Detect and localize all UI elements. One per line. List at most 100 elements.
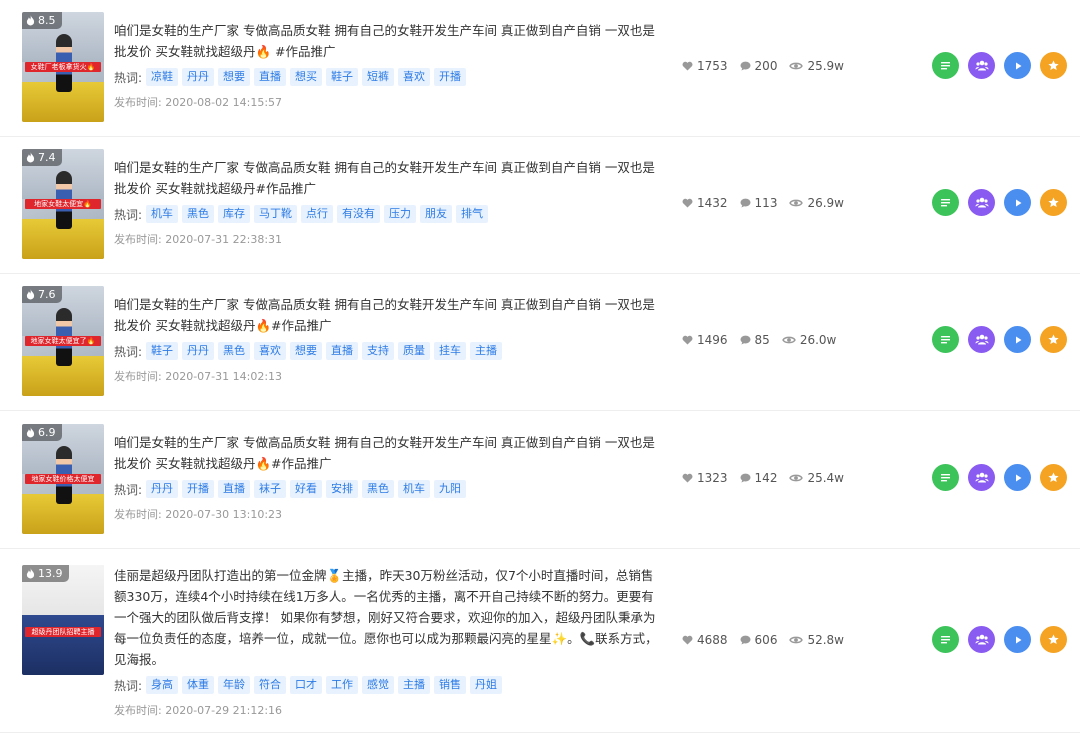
hot-word-tag[interactable]: 体重 <box>182 676 215 694</box>
publish-time: 发布时间: 2020-07-30 13:10:23 <box>114 506 659 522</box>
hot-word-tag[interactable]: 机车 <box>146 205 179 223</box>
hot-word-tag[interactable]: 喜欢 <box>398 68 431 86</box>
thumbnail-banner: 地家女鞋价格太便宜 <box>25 474 101 484</box>
favorite-button[interactable] <box>1040 326 1067 353</box>
hot-word-tag[interactable]: 有没有 <box>337 205 381 223</box>
hot-word-tag[interactable]: 马丁靴 <box>254 205 298 223</box>
hot-word-tag[interactable]: 排气 <box>456 205 489 223</box>
heat-value: 6.9 <box>38 426 56 439</box>
video-thumbnail[interactable]: 地家女鞋太便宜🔥 7.4 <box>22 149 104 259</box>
hot-word-tag[interactable]: 黑色 <box>362 480 395 498</box>
hot-word-tag[interactable]: 开播 <box>182 480 215 498</box>
heat-badge: 6.9 <box>22 424 62 441</box>
play-button[interactable] <box>1004 626 1031 653</box>
audience-button[interactable] <box>968 52 995 79</box>
video-title[interactable]: 咱们是女鞋的生产厂家 专做高品质女鞋 拥有自己的女鞋开发生产车间 真正做到自产自… <box>114 294 659 336</box>
hot-word-tag[interactable]: 直播 <box>326 342 359 360</box>
play-icon <box>1015 62 1021 69</box>
hot-word-tag[interactable]: 鞋子 <box>326 68 359 86</box>
hot-word-tag[interactable]: 年龄 <box>218 676 251 694</box>
hot-word-tag[interactable]: 挂车 <box>434 342 467 360</box>
hot-word-tag[interactable]: 丹丹 <box>182 68 215 86</box>
audience-button[interactable] <box>968 326 995 353</box>
video-thumbnail[interactable]: 超级丹团队招聘主播 13.9 <box>22 565 104 675</box>
video-title[interactable]: 咱们是女鞋的生产厂家 专做高品质女鞋 拥有自己的女鞋开发生产车间 真正做到自产自… <box>114 20 659 62</box>
hot-word-tag[interactable]: 库存 <box>218 205 251 223</box>
video-title[interactable]: 咱们是女鞋的生产厂家 专做高品质女鞋 拥有自己的女鞋开发生产车间 真正做到自产自… <box>114 157 659 199</box>
favorite-button[interactable] <box>1040 52 1067 79</box>
hot-word-tag[interactable]: 身高 <box>146 676 179 694</box>
video-thumbnail[interactable]: 女鞋厂老板拿货火🔥 8.5 <box>22 12 104 122</box>
play-button[interactable] <box>1004 464 1031 491</box>
detail-button[interactable] <box>932 189 959 216</box>
audience-button[interactable] <box>968 189 995 216</box>
hot-word-tag[interactable]: 主播 <box>398 676 431 694</box>
audience-button[interactable] <box>968 464 995 491</box>
video-title[interactable]: 咱们是女鞋的生产厂家 专做高品质女鞋 拥有自己的女鞋开发生产车间 真正做到自产自… <box>114 432 659 474</box>
hot-word-tag[interactable]: 鞋子 <box>146 342 179 360</box>
hot-word-tag[interactable]: 安排 <box>326 480 359 498</box>
detail-button[interactable] <box>932 464 959 491</box>
video-thumbnail[interactable]: 地家女鞋太便宜了🔥 7.6 <box>22 286 104 396</box>
comment-icon <box>740 473 751 483</box>
hot-word-tag[interactable]: 感觉 <box>362 676 395 694</box>
hot-word-tag[interactable]: 喜欢 <box>254 342 287 360</box>
hot-word-tag[interactable]: 销售 <box>434 676 467 694</box>
hot-word-tag[interactable]: 想买 <box>290 68 323 86</box>
publish-label: 发布时间: <box>114 370 166 383</box>
hot-word-tag[interactable]: 短裤 <box>362 68 395 86</box>
hot-word-tag[interactable]: 直播 <box>254 68 287 86</box>
favorite-button[interactable] <box>1040 464 1067 491</box>
play-button[interactable] <box>1004 189 1031 216</box>
hot-word-tag[interactable]: 好看 <box>290 480 323 498</box>
hot-word-tag[interactable]: 机车 <box>398 480 431 498</box>
hot-word-tag[interactable]: 主播 <box>470 342 503 360</box>
hot-word-tag[interactable]: 想要 <box>290 342 323 360</box>
hot-word-tag[interactable]: 想要 <box>218 68 251 86</box>
heat-value: 7.6 <box>38 288 56 301</box>
hot-word-tag[interactable]: 九阳 <box>434 480 467 498</box>
hot-word-tag[interactable]: 黑色 <box>182 205 215 223</box>
favorite-button[interactable] <box>1040 189 1067 216</box>
action-buttons <box>932 626 1067 653</box>
hot-word-tag[interactable]: 符合 <box>254 676 287 694</box>
play-button[interactable] <box>1004 326 1031 353</box>
play-button[interactable] <box>1004 52 1031 79</box>
detail-button[interactable] <box>932 326 959 353</box>
hot-word-tag[interactable]: 袜子 <box>254 480 287 498</box>
flame-icon <box>26 427 35 438</box>
hot-words: 热词: 鞋子 丹丹 黑色 喜欢 想要 直播 支持 质量 挂车 主播 <box>114 341 659 361</box>
audience-button[interactable] <box>968 626 995 653</box>
hot-word-tag[interactable]: 丹姐 <box>470 676 503 694</box>
hot-word-tag[interactable]: 工作 <box>326 676 359 694</box>
hot-word-tag[interactable]: 点行 <box>301 205 334 223</box>
detail-button[interactable] <box>932 52 959 79</box>
hot-word-tag[interactable]: 朋友 <box>420 205 453 223</box>
favorite-button[interactable] <box>1040 626 1067 653</box>
hot-word-tag[interactable]: 黑色 <box>218 342 251 360</box>
hot-word-tag[interactable]: 凉鞋 <box>146 68 179 86</box>
hot-word-tag[interactable]: 质量 <box>398 342 431 360</box>
hot-word-tag[interactable]: 开播 <box>434 68 467 86</box>
publish-value: 2020-07-31 14:02:13 <box>165 370 283 383</box>
item-content: 咱们是女鞋的生产厂家 专做高品质女鞋 拥有自己的女鞋开发生产车间 真正做到自产自… <box>114 294 659 384</box>
hot-word-tag[interactable]: 口才 <box>290 676 323 694</box>
hot-word-tag[interactable]: 直播 <box>218 480 251 498</box>
flame-icon <box>26 289 35 300</box>
publish-label: 发布时间: <box>114 508 166 521</box>
item-content: 咱们是女鞋的生产厂家 专做高品质女鞋 拥有自己的女鞋开发生产车间 真正做到自产自… <box>114 157 659 247</box>
list-icon <box>941 199 950 207</box>
hot-word-tag[interactable]: 支持 <box>362 342 395 360</box>
hot-word-tag[interactable]: 丹丹 <box>182 342 215 360</box>
video-thumbnail[interactable]: 地家女鞋价格太便宜 6.9 <box>22 424 104 534</box>
hot-words: 热词: 丹丹 开播 直播 袜子 好看 安排 黑色 机车 九阳 <box>114 479 659 499</box>
star-icon <box>1048 334 1059 344</box>
detail-button[interactable] <box>932 626 959 653</box>
hot-word-tag[interactable]: 压力 <box>384 205 417 223</box>
thumbnail-banner: 女鞋厂老板拿货火🔥 <box>25 62 101 72</box>
list-item: 地家女鞋太便宜了🔥 7.6 咱们是女鞋的生产厂家 专做高品质女鞋 拥有自己的女鞋… <box>0 274 1080 411</box>
stats: 1323 142 25.4w <box>682 471 882 485</box>
action-buttons <box>932 326 1067 353</box>
video-title[interactable]: 佳丽是超级丹团队打造出的第一位金牌🏅主播，昨天30万粉丝活动，仅7个小时直播时间… <box>114 565 659 670</box>
hot-word-tag[interactable]: 丹丹 <box>146 480 179 498</box>
